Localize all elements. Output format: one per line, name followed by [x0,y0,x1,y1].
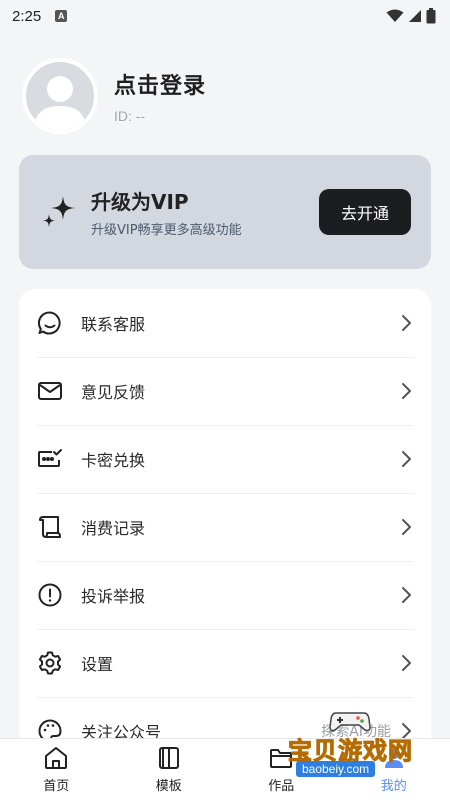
nav-label: 模板 [155,779,182,794]
menu-label: 消费记录 [81,519,146,538]
nav-label: 作品 [268,779,295,794]
profile-text: 点击登录 ID: -- [114,68,206,124]
menu-label: 联系客服 [81,315,146,334]
signal-icon [409,10,421,22]
battery-icon [426,8,436,24]
status-right [386,8,436,24]
avatar[interactable] [22,58,98,134]
chevron-right-icon [402,383,411,399]
chevron-right-icon [402,587,411,603]
tab-mine[interactable]: 我的 [338,739,450,800]
menu-label: 投诉举报 [81,587,146,606]
menu-list: 联系客服 意见反馈 卡密兑换 消费记录 投诉举报 设置 关注公众号 探索AI功能 [19,289,431,800]
mail-icon [37,378,63,404]
tab-works[interactable]: 作品 [225,739,338,800]
ticket-check-icon [37,446,63,472]
nav-label: 我的 [380,779,407,794]
nav-label: 首页 [43,779,70,794]
chevron-right-icon [402,519,411,535]
menu-item-settings[interactable]: 设置 [19,629,431,697]
alert-circle-icon [37,582,63,608]
vip-subtitle: 升级VIP畅享更多高级功能 [91,223,242,238]
menu-label: 卡密兑换 [81,451,146,470]
open-vip-button[interactable]: 去开通 [319,189,411,235]
chat-bubble-icon [37,310,63,336]
bottom-nav: 首页 模板 作品 我的 [0,738,450,800]
receipt-scroll-icon [37,514,63,540]
default-avatar-icon [34,76,86,130]
vip-title: 升级为VIP [91,190,189,214]
gear-icon [37,650,63,676]
vip-card[interactable]: 升级为VIP 升级VIP畅享更多高级功能 去开通 [19,155,431,269]
home-icon [45,747,68,769]
menu-item-report[interactable]: 投诉举报 [19,561,431,629]
sparkle-icon [43,196,75,227]
status-time: 2:25 [12,7,42,25]
login-title[interactable]: 点击登录 [114,68,206,100]
menu-item-customer-service[interactable]: 联系客服 [19,289,431,357]
wifi-icon [386,9,404,22]
tab-home[interactable]: 首页 [0,739,113,800]
vip-text: 升级为VIP 升级VIP畅享更多高级功能 [91,186,319,238]
chevron-right-icon [402,451,411,467]
status-bar: 2:25 A [0,0,450,32]
folder-icon [270,749,293,768]
status-left: 2:25 A [12,7,68,25]
user-id: ID: -- [114,108,146,124]
profile-header[interactable]: 点击登录 ID: -- [22,58,206,134]
tab-templates[interactable]: 模板 [113,739,226,800]
notification-a-icon: A [55,10,68,22]
menu-label: 意见反馈 [81,383,146,402]
menu-item-redeem-code[interactable]: 卡密兑换 [19,425,431,493]
menu-item-feedback[interactable]: 意见反馈 [19,357,431,425]
profile-icon [384,749,403,768]
template-icon [158,747,179,769]
chevron-right-icon [402,655,411,671]
menu-item-purchase-history[interactable]: 消费记录 [19,493,431,561]
menu-label: 设置 [81,655,114,674]
chevron-right-icon [402,315,411,331]
